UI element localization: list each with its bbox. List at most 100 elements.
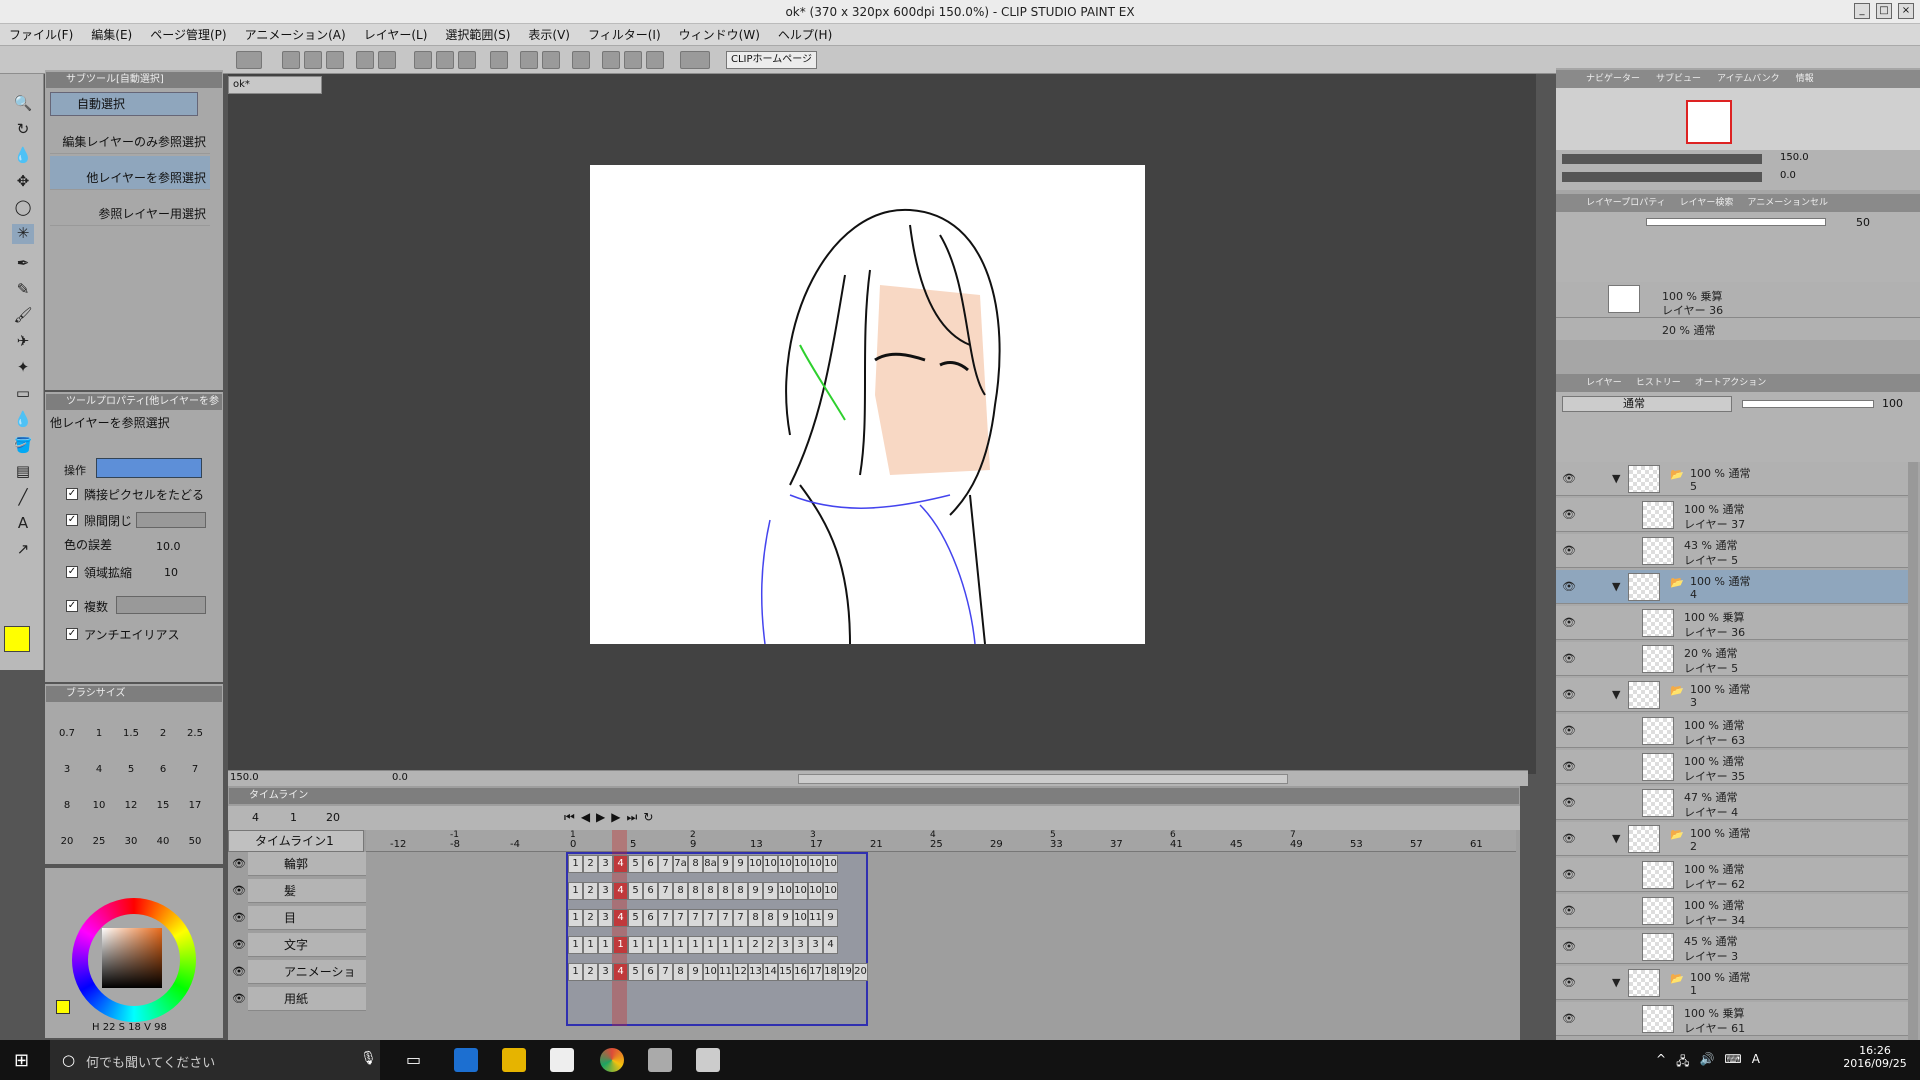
tab-itembank[interactable]: アイテムバンク [1717, 70, 1780, 88]
timeline-cell[interactable]: 6 [643, 882, 658, 900]
timeline-cell[interactable]: 19 [838, 963, 853, 981]
timeline-cell[interactable]: 9 [748, 882, 763, 900]
timeline-cell[interactable]: 8a [703, 855, 718, 873]
layer-visibility-icon[interactable]: 👁 [1562, 832, 1576, 845]
start-icon[interactable]: ⊞ [14, 1050, 29, 1071]
subtool-item[interactable]: 編集レイヤーのみ参照選択 [50, 120, 210, 154]
layer-item[interactable]: 👁 100 % 通常 レイヤー 35 [1556, 750, 1908, 784]
layer-folder[interactable]: 👁 ▼ 📂 100 % 通常 5 [1556, 462, 1908, 496]
menu-help[interactable]: ヘルプ(H) [769, 26, 841, 43]
timeline-cell[interactable]: 1 [688, 936, 703, 954]
timeline-cell[interactable]: 10 [778, 855, 793, 873]
snap-grid-icon[interactable] [624, 51, 642, 69]
multi-ref-checkbox[interactable]: ✓ [66, 600, 78, 612]
tab-info[interactable]: 情報 [1796, 70, 1814, 88]
subtool-item-selected[interactable]: 他レイヤーを参照選択 [50, 156, 210, 190]
folder-chevron-icon[interactable]: ▼ [1612, 580, 1620, 593]
timeline-cell[interactable]: 8 [718, 882, 733, 900]
document-tab[interactable]: ok* [228, 76, 322, 94]
timeline-cell[interactable]: 5 [628, 882, 643, 900]
timeline-cell[interactable]: 7 [733, 909, 748, 927]
expand-checkbox[interactable]: ✓ [66, 566, 78, 578]
menu-layer[interactable]: レイヤー(L) [355, 26, 437, 43]
save-icon[interactable] [326, 51, 344, 69]
timeline-cell[interactable]: 9 [688, 963, 703, 981]
start-frame[interactable]: 1 [290, 811, 297, 824]
brush-size-preset[interactable]: 40 [148, 818, 178, 852]
task-view-icon[interactable]: ▭ [406, 1050, 421, 1069]
timeline-cell[interactable]: 14 [763, 963, 778, 981]
auto-select-tool-icon[interactable]: ✳ [12, 224, 34, 244]
timeline-cell[interactable]: 9 [763, 882, 778, 900]
fill-icon[interactable] [458, 51, 476, 69]
menu-page[interactable]: ページ管理(P) [141, 26, 235, 43]
expand-value[interactable]: 10 [164, 566, 178, 579]
tab-auto-action[interactable]: オートアクション [1695, 374, 1767, 392]
layer-scrollbar[interactable] [1908, 462, 1918, 1040]
brush-size-preset[interactable]: 15 [148, 782, 178, 816]
tab-layer-search[interactable]: レイヤー検索 [1680, 194, 1734, 212]
pencil-tool-icon[interactable]: ✎ [12, 280, 34, 300]
brush-size-preset[interactable]: 2.5 [180, 710, 210, 744]
timeline-cell[interactable]: 1 [583, 936, 598, 954]
timeline-cell[interactable]: 3 [598, 855, 613, 873]
brush-size-preset[interactable]: 7 [180, 746, 210, 780]
last-frame-icon[interactable]: ⏭ [627, 810, 638, 826]
layer-visibility-icon[interactable]: 👁 [1562, 580, 1576, 593]
clip-studio-paint-taskbar-icon[interactable] [696, 1048, 720, 1072]
color-sv-square[interactable] [102, 928, 162, 988]
track-visibility-icon[interactable]: 👁 [232, 965, 246, 978]
timeline-cell[interactable]: 4 [613, 855, 628, 873]
balloon-tool-icon[interactable]: ↗ [12, 540, 34, 560]
canvas-h-scrollbar[interactable] [798, 774, 1288, 784]
timeline-cell[interactable]: 3 [598, 882, 613, 900]
timeline-cell[interactable]: 6 [643, 909, 658, 927]
ime-indicator[interactable]: A [1752, 1052, 1760, 1073]
text-tool-icon[interactable]: A [12, 514, 34, 534]
timeline-cell[interactable]: 10 [703, 963, 718, 981]
timeline-cell[interactable]: 9 [778, 909, 793, 927]
layer-folder[interactable]: 👁 ▼ 📂 100 % 通常 2 [1556, 822, 1908, 856]
timeline-cell[interactable]: 10 [778, 882, 793, 900]
layer-item[interactable]: 👁 100 % 通常 レイヤー 37 [1556, 498, 1908, 532]
timeline-cell[interactable]: 6 [643, 855, 658, 873]
timeline-cell[interactable]: 8 [733, 882, 748, 900]
timeline-cell[interactable]: 7 [673, 909, 688, 927]
layer-visibility-icon[interactable]: 👁 [1562, 508, 1576, 521]
layer-visibility-icon[interactable]: 👁 [1562, 904, 1576, 917]
file-explorer-icon[interactable] [502, 1048, 526, 1072]
timeline-cell[interactable]: 7 [658, 963, 673, 981]
timeline-cell[interactable]: 20 [853, 963, 868, 981]
track-visibility-icon[interactable]: 👁 [232, 992, 246, 1005]
loop-icon[interactable]: ↻ [643, 810, 653, 826]
transform-icon[interactable] [414, 51, 432, 69]
display-dropdown-icon[interactable] [680, 51, 710, 69]
brush-size-preset[interactable]: 0.7 [52, 710, 82, 744]
brush-size-preset[interactable]: 10 [84, 782, 114, 816]
track-visibility-icon[interactable]: 👁 [232, 884, 246, 897]
layer-visibility-icon[interactable]: 👁 [1562, 472, 1576, 485]
brush-tool-icon[interactable]: 🖌 [12, 306, 34, 326]
subtool-item[interactable]: 参照レイヤー用選択 [50, 192, 210, 226]
brush-size-preset[interactable]: 1 [84, 710, 114, 744]
end-frame[interactable]: 20 [326, 811, 340, 824]
chrome-icon[interactable] [600, 1048, 624, 1072]
brush-size-preset[interactable]: 3 [52, 746, 82, 780]
track-name-1[interactable]: 髪 [248, 879, 366, 903]
timeline-cell[interactable]: 2 [583, 963, 598, 981]
blend-mode-select[interactable]: 通常 [1562, 396, 1732, 412]
brush-size-preset[interactable]: 8 [52, 782, 82, 816]
timeline-cell[interactable]: 5 [628, 855, 643, 873]
timeline-cell[interactable]: 8 [763, 909, 778, 927]
timeline-cell[interactable]: 2 [583, 882, 598, 900]
volume-icon[interactable]: 🔊 [1699, 1052, 1714, 1073]
timeline-cell[interactable]: 9 [823, 909, 838, 927]
close-button[interactable]: × [1898, 3, 1914, 19]
timeline-cell[interactable]: 1 [568, 963, 583, 981]
layer-item[interactable]: 👁 20 % 通常 レイヤー 5 [1556, 642, 1908, 676]
tab-layer[interactable]: レイヤー [1586, 374, 1622, 392]
track-visibility-icon[interactable]: 👁 [232, 938, 246, 951]
brush-size-preset[interactable]: 1.5 [116, 710, 146, 744]
timeline-cell[interactable]: 1 [628, 936, 643, 954]
timeline-cell[interactable]: 4 [613, 909, 628, 927]
